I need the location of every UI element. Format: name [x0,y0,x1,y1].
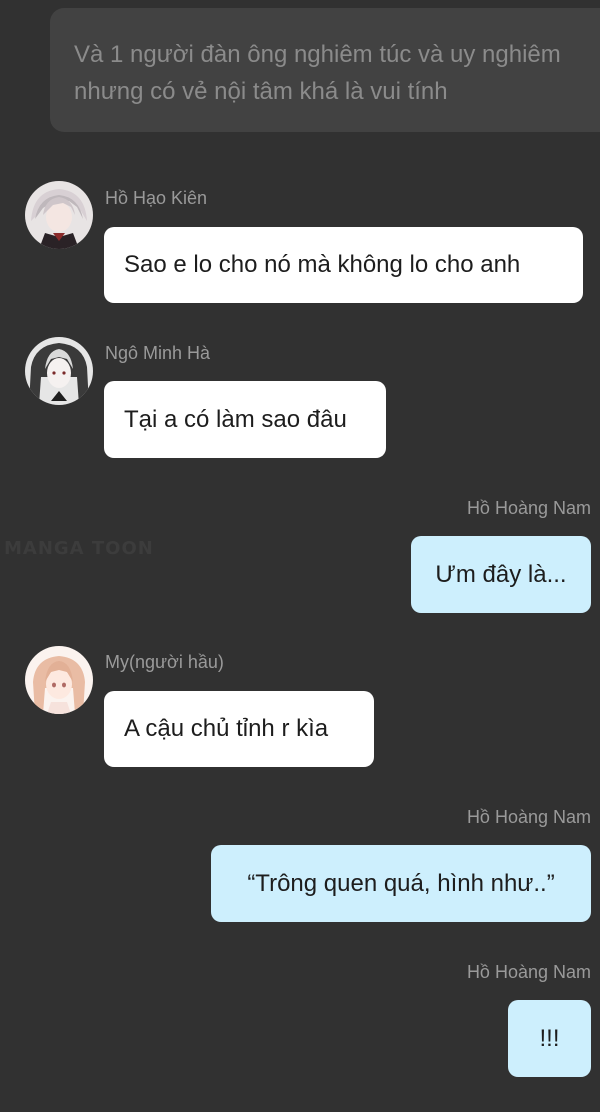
message-bubble[interactable]: Tại a có làm sao đâu [104,381,386,458]
message-bubble[interactable]: “Trông quen quá, hình như..” [211,845,591,922]
sender-name: Hồ Hạo Kiên [105,188,208,208]
message-bubble[interactable]: !!! [508,1000,591,1077]
sender-name: My(người hầu) [105,652,224,672]
sender-name: Hồ Hoàng Nam [466,807,591,827]
watermark: MANGA TOON [4,538,154,559]
message-text: Tại a có làm sao đâu [124,405,347,433]
message-bubble[interactable]: Ưm đây là... [411,536,591,613]
avatar-ngo-minh-ha[interactable] [25,337,93,405]
message-bubble[interactable]: A cậu chủ tỉnh r kìa [104,691,374,767]
message-text: A cậu chủ tỉnh r kìa [124,715,329,742]
avatar-my[interactable] [25,646,93,714]
message-bubble[interactable]: Sao e lo cho nó mà không lo cho anh [104,227,583,303]
message-text: !!! [539,1024,560,1052]
avatar-ho-hao-kien[interactable] [25,181,93,249]
narration-box: Và 1 người đàn ông nghiêm túc và uy nghi… [50,8,600,132]
message-text: Sao e lo cho nó mà không lo cho anh [124,251,521,278]
sender-name: Ngô Minh Hà [105,343,211,363]
sender-name: Hồ Hoàng Nam [466,498,591,518]
sender-name: Hồ Hoàng Nam [466,962,591,982]
message-text: “Trông quen quá, hình như..” [247,869,555,897]
message-text: Ưm đây là... [435,560,567,588]
